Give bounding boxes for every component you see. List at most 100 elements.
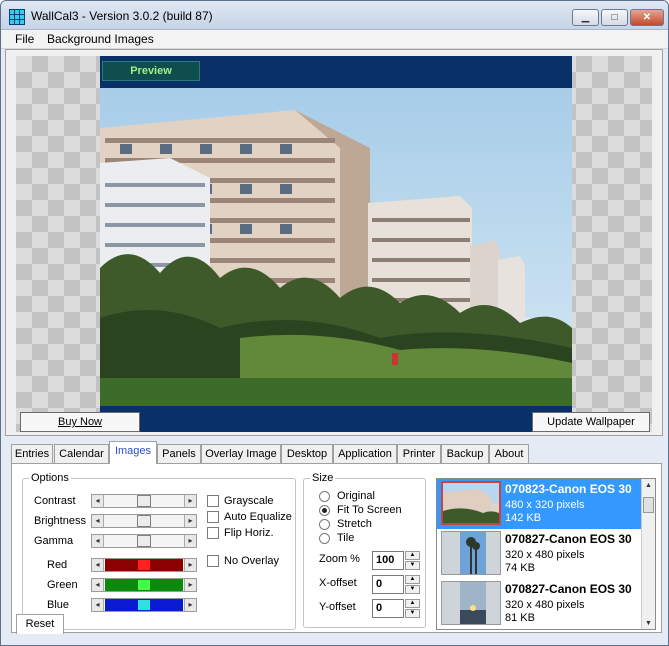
- tab-printer[interactable]: Printer: [397, 444, 441, 464]
- right-arrow-icon[interactable]: ▸: [184, 495, 196, 507]
- title-bar[interactable]: WallCal3 - Version 3.0.2 (build 87) ▁ □ …: [1, 1, 668, 30]
- tab-entries[interactable]: Entries: [11, 444, 53, 464]
- list-item[interactable]: 070827-Canon EOS 30 320 x 480 pixels 81 …: [437, 579, 643, 629]
- slider-thumb[interactable]: [137, 495, 151, 507]
- image-dimensions: 320 x 480 pixels: [505, 599, 585, 611]
- x-offset-label: X-offset: [319, 577, 357, 589]
- gamma-label: Gamma: [34, 535, 74, 547]
- tab-overlay-image[interactable]: Overlay Image: [201, 444, 281, 464]
- right-arrow-icon[interactable]: ▸: [184, 535, 196, 547]
- tab-backup[interactable]: Backup: [441, 444, 489, 464]
- flip-horiz-label: Flip Horiz.: [224, 527, 274, 539]
- tile-radio[interactable]: [319, 533, 330, 544]
- image-filesize: 81 KB: [505, 612, 535, 624]
- right-arrow-icon[interactable]: ▸: [184, 559, 196, 571]
- preview-panel: Preview Buy Now Update Wallpaper: [5, 49, 663, 436]
- image-dimensions: 320 x 480 pixels: [505, 549, 585, 561]
- thumbnail-image: [441, 481, 501, 525]
- scroll-down-icon[interactable]: ▼: [642, 617, 655, 629]
- fit-to-screen-label: Fit To Screen: [337, 504, 402, 516]
- image-name: 070823-Canon EOS 30: [505, 482, 632, 496]
- slider-thumb[interactable]: [137, 515, 151, 527]
- right-arrow-icon[interactable]: ▸: [184, 515, 196, 527]
- thumbnail-image: [441, 531, 501, 575]
- window-title: WallCal3 - Version 3.0.2 (build 87): [31, 9, 213, 23]
- list-item[interactable]: 070823-Canon EOS 30 480 x 320 pixels 142…: [437, 479, 643, 529]
- close-button[interactable]: ✕: [630, 9, 664, 26]
- image-thumbnail-list[interactable]: 070823-Canon EOS 30 480 x 320 pixels 142…: [436, 478, 656, 630]
- original-label: Original: [337, 490, 375, 502]
- no-overlay-checkbox[interactable]: [207, 555, 219, 567]
- tab-images[interactable]: Images: [109, 441, 157, 464]
- brightness-label: Brightness: [34, 515, 86, 527]
- blue-label: Blue: [47, 599, 70, 611]
- grayscale-checkbox[interactable]: [207, 495, 219, 507]
- buy-now-button[interactable]: Buy Now: [20, 412, 140, 432]
- tab-calendar[interactable]: Calendar: [54, 444, 109, 464]
- spin-down-icon[interactable]: ▼: [405, 609, 420, 618]
- flip-horiz-checkbox[interactable]: [207, 527, 219, 539]
- left-arrow-icon[interactable]: ◂: [92, 579, 104, 591]
- red-slider[interactable]: ◂ ▸: [91, 558, 197, 572]
- minimize-button[interactable]: ▁: [572, 9, 599, 26]
- left-arrow-icon[interactable]: ◂: [92, 495, 104, 507]
- spin-up-icon[interactable]: ▲: [405, 575, 420, 584]
- tab-panels[interactable]: Panels: [157, 444, 201, 464]
- x-offset-input[interactable]: 0: [372, 575, 404, 594]
- wallpaper-photo: [100, 88, 572, 406]
- left-arrow-icon[interactable]: ◂: [92, 515, 104, 527]
- zoom-spinner[interactable]: 100 ▲ ▼: [372, 551, 420, 570]
- right-arrow-icon[interactable]: ▸: [184, 599, 196, 611]
- grayscale-label: Grayscale: [224, 495, 274, 507]
- y-offset-label: Y-offset: [319, 601, 356, 613]
- green-label: Green: [47, 579, 78, 591]
- gamma-slider[interactable]: ◂ ▸: [91, 534, 197, 548]
- original-radio[interactable]: [319, 491, 330, 502]
- right-arrow-icon[interactable]: ▸: [184, 579, 196, 591]
- auto-equalize-label: Auto Equalize: [224, 511, 292, 523]
- thumbnail-scrollbar[interactable]: ▲ ▼: [641, 479, 655, 629]
- x-offset-spinner[interactable]: 0 ▲ ▼: [372, 575, 420, 594]
- image-name: 070827-Canon EOS 30: [505, 582, 632, 596]
- list-item[interactable]: 070827-Canon EOS 30 320 x 480 pixels 74 …: [437, 529, 643, 579]
- green-slider[interactable]: ◂ ▸: [91, 578, 197, 592]
- y-offset-spinner[interactable]: 0 ▲ ▼: [372, 599, 420, 618]
- slider-thumb[interactable]: [137, 535, 151, 547]
- tab-application[interactable]: Application: [333, 444, 397, 464]
- left-arrow-icon[interactable]: ◂: [92, 559, 104, 571]
- spin-up-icon[interactable]: ▲: [405, 551, 420, 560]
- menu-file[interactable]: File: [15, 32, 34, 46]
- scroll-thumb[interactable]: [643, 497, 654, 513]
- scroll-up-icon[interactable]: ▲: [642, 479, 655, 492]
- reset-button[interactable]: Reset: [16, 614, 64, 634]
- app-window: WallCal3 - Version 3.0.2 (build 87) ▁ □ …: [0, 0, 669, 646]
- stretch-radio[interactable]: [319, 519, 330, 530]
- slider-thumb[interactable]: [137, 599, 151, 611]
- contrast-slider[interactable]: ◂ ▸: [91, 494, 197, 508]
- no-overlay-label: No Overlay: [224, 555, 280, 567]
- slider-thumb[interactable]: [137, 559, 151, 571]
- y-offset-input[interactable]: 0: [372, 599, 404, 618]
- spin-down-icon[interactable]: ▼: [405, 585, 420, 594]
- brightness-slider[interactable]: ◂ ▸: [91, 514, 197, 528]
- update-wallpaper-button[interactable]: Update Wallpaper: [532, 412, 650, 432]
- contrast-label: Contrast: [34, 495, 76, 507]
- image-dimensions: 480 x 320 pixels: [505, 499, 585, 511]
- tab-desktop[interactable]: Desktop: [281, 444, 333, 464]
- tab-about[interactable]: About: [489, 444, 529, 464]
- size-group-label: Size: [310, 472, 336, 484]
- left-arrow-icon[interactable]: ◂: [92, 599, 104, 611]
- fit-to-screen-radio[interactable]: [319, 505, 330, 516]
- transparency-checkerboard: Preview Buy Now Update Wallpaper: [16, 56, 652, 432]
- menu-background-images[interactable]: Background Images: [47, 32, 154, 46]
- spin-up-icon[interactable]: ▲: [405, 599, 420, 608]
- image-filesize: 74 KB: [505, 562, 535, 574]
- maximize-button[interactable]: □: [601, 9, 628, 26]
- slider-thumb[interactable]: [137, 579, 151, 591]
- blue-slider[interactable]: ◂ ▸: [91, 598, 197, 612]
- app-grid-icon: [9, 9, 25, 25]
- left-arrow-icon[interactable]: ◂: [92, 535, 104, 547]
- zoom-input[interactable]: 100: [372, 551, 404, 570]
- spin-down-icon[interactable]: ▼: [405, 561, 420, 570]
- auto-equalize-checkbox[interactable]: [207, 511, 219, 523]
